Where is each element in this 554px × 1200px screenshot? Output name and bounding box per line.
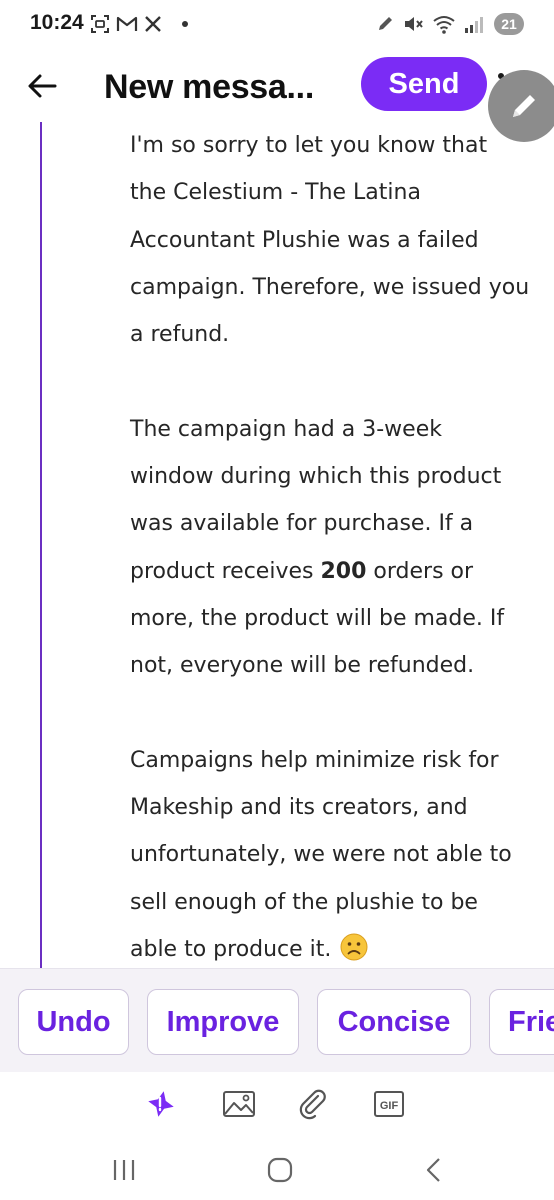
gmail-icon bbox=[116, 15, 138, 33]
status-right-icons: 21 bbox=[376, 13, 524, 35]
message-text[interactable]: I'm so sorry to let you know that the Ce… bbox=[130, 122, 530, 968]
page-title: New messa... bbox=[104, 68, 314, 106]
message-paragraph-3: Campaigns help minimize risk for Makeshi… bbox=[130, 737, 530, 968]
home-button[interactable] bbox=[258, 1148, 302, 1192]
insert-image-button[interactable] bbox=[221, 1086, 257, 1122]
ai-sparkle-button[interactable] bbox=[143, 1086, 179, 1122]
undo-chip[interactable]: Undo bbox=[18, 989, 129, 1055]
pencil-icon bbox=[513, 95, 535, 117]
system-back-button[interactable] bbox=[412, 1148, 456, 1192]
friendly-chip[interactable]: Frie bbox=[489, 989, 554, 1055]
recents-button[interactable] bbox=[102, 1148, 146, 1192]
home-icon bbox=[267, 1157, 293, 1183]
screenshot-icon bbox=[90, 14, 110, 34]
ai-sparkle-icon bbox=[148, 1091, 174, 1117]
back-button[interactable] bbox=[22, 68, 62, 104]
x-icon bbox=[144, 15, 162, 33]
slightly-frowning-face-emoji bbox=[340, 931, 368, 968]
gif-button[interactable]: GIF bbox=[371, 1086, 407, 1122]
mute-icon bbox=[402, 14, 424, 34]
battery-badge: 21 bbox=[494, 13, 524, 35]
paperclip-icon bbox=[299, 1089, 326, 1120]
bold-order-count: 200 bbox=[320, 558, 367, 584]
message-paragraph-1: I'm so sorry to let you know that the Ce… bbox=[130, 133, 530, 348]
edit-fab[interactable] bbox=[488, 70, 554, 142]
app-bar: New messa... Send bbox=[0, 52, 554, 122]
system-nav-bar bbox=[0, 1134, 554, 1200]
message-paragraph-2: The campaign had a 3-week window during … bbox=[130, 416, 505, 679]
wifi-icon bbox=[432, 14, 456, 34]
compose-toolbar: GIF bbox=[0, 1072, 554, 1134]
recents-icon bbox=[113, 1160, 135, 1180]
gif-label: GIF bbox=[380, 1100, 399, 1112]
attach-button[interactable] bbox=[296, 1086, 332, 1122]
image-icon bbox=[223, 1091, 255, 1117]
quote-bar bbox=[40, 122, 42, 968]
status-time: 10:24 bbox=[30, 11, 84, 34]
message-body[interactable]: I'm so sorry to let you know that the Ce… bbox=[0, 122, 554, 968]
signal-icon bbox=[464, 14, 486, 34]
arrow-left-icon bbox=[28, 74, 57, 98]
status-left-icons bbox=[90, 14, 188, 34]
notification-dot bbox=[182, 21, 188, 27]
concise-chip[interactable]: Concise bbox=[317, 989, 471, 1055]
suggestion-chips: Undo Improve Concise Frie bbox=[0, 968, 554, 1073]
improve-chip[interactable]: Improve bbox=[147, 989, 299, 1055]
gif-icon: GIF bbox=[374, 1091, 404, 1117]
back-icon bbox=[426, 1158, 440, 1182]
pen-icon bbox=[376, 15, 394, 33]
status-bar: 10:24 21 bbox=[0, 0, 554, 52]
send-button[interactable]: Send bbox=[361, 57, 487, 111]
